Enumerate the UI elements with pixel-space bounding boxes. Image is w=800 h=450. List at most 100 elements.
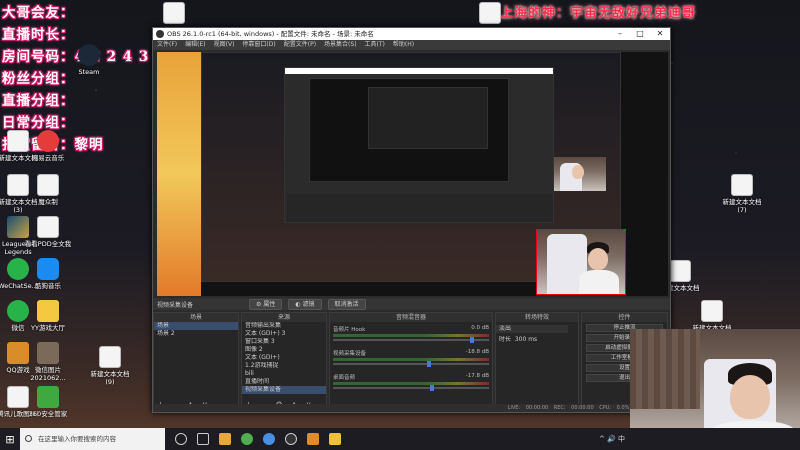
desktop-icon-label: 网易云音乐 <box>31 154 65 162</box>
system-tray[interactable]: ^ 🔊 中 <box>599 434 625 444</box>
desktop-icon[interactable]: 酷狗音乐 <box>24 258 72 290</box>
volume-slider[interactable] <box>333 361 489 367</box>
volume-meter <box>333 382 489 385</box>
desktop-icon-label: Steam <box>78 68 100 76</box>
source-item[interactable]: 音频输出采集 <box>242 322 326 330</box>
scenes-dock: 场景 场景 场景 2 + − ∧ ∨ <box>153 312 239 412</box>
volume-slider[interactable] <box>333 337 489 343</box>
obs-titlebar[interactable]: OBS 26.1.0-rc1 (64-bit, windows) - 配置文件:… <box>153 28 670 40</box>
properties-button[interactable]: ⚙ 属性 <box>249 298 283 310</box>
obs-taskbar-icon[interactable] <box>285 433 297 445</box>
document-icon <box>37 216 59 238</box>
desktop-icon[interactable]: 网易云音乐 <box>24 130 72 162</box>
kugou-icon <box>37 258 59 280</box>
desktop-icon[interactable]: 魔众制 <box>24 174 72 206</box>
status-bar: LIVE: 00:00:00 REC: 00:00:00 CPU: 0.0%, … <box>153 404 670 412</box>
menu-edit[interactable]: 编辑(E) <box>185 40 205 50</box>
volume-meter <box>333 334 489 337</box>
window-title: OBS 26.1.0-rc1 (64-bit, windows) - 配置文件:… <box>167 30 374 38</box>
channel-db: -18.8 dB <box>465 349 489 355</box>
volume-slider[interactable] <box>333 385 489 391</box>
photo-icon <box>37 342 59 364</box>
chrome-icon[interactable] <box>241 433 253 445</box>
source-context-bar: 视频采集设备 ⚙ 属性 ◐ 滤镜 取消激活 <box>153 298 670 310</box>
source-item[interactable]: 图像 2 <box>242 346 326 354</box>
menu-tools[interactable]: 工具(T) <box>365 40 385 50</box>
overlay-line: 直播分组： <box>2 93 75 109</box>
windows-start-icon[interactable]: ⊞ <box>0 433 20 446</box>
document-icon <box>701 300 723 322</box>
channel-name: 音频片 Hook <box>333 327 366 333</box>
steam-icon <box>78 44 100 66</box>
source-item[interactable]: 1.2游戏捕捉 <box>242 362 326 370</box>
document-icon <box>479 2 501 24</box>
desktop-icon-label: 新建文本文档 (9) <box>90 370 130 386</box>
menu-profile[interactable]: 配置文件(P) <box>284 40 316 50</box>
game-taskbar-icon[interactable] <box>307 433 319 445</box>
menu-docks[interactable]: 停靠窗口(D) <box>242 40 275 50</box>
obs-window[interactable]: OBS 26.1.0-rc1 (64-bit, windows) - 配置文件:… <box>152 27 671 413</box>
sources-dock: 来源 音频输出采集 文本 (GDI+) 3 窗口采集 3 图像 2 文本 (GD… <box>241 312 327 412</box>
desktop-icon[interactable] <box>466 2 514 26</box>
source-item[interactable]: bili <box>242 370 326 378</box>
nested-titlebar <box>285 68 553 74</box>
menu-file[interactable]: 文件(F) <box>157 40 177 50</box>
desktop-icon-steam[interactable]: Steam <box>65 44 113 76</box>
desktop-icon[interactable]: 新建文本文档 <box>688 300 736 332</box>
desktop-icon-label: YY游戏大厅 <box>31 324 65 332</box>
nested-obs-window <box>284 67 554 223</box>
desktop-icon[interactable]: 看看PDD全文我 <box>24 216 72 248</box>
source-item[interactable]: 文本 (GDI+) <box>242 354 326 362</box>
menu-help[interactable]: 帮助(H) <box>393 40 414 50</box>
preview-left-graphic <box>157 52 201 296</box>
obs-preview[interactable] <box>157 52 668 296</box>
dock-header: 转场特效 <box>496 313 578 322</box>
source-item[interactable]: 直播时间 <box>242 378 326 386</box>
desktop-icon-label: 酷狗音乐 <box>35 282 61 290</box>
desktop-icon[interactable] <box>150 2 198 26</box>
desktop-icon[interactable]: 微信图片 2021062... <box>24 342 72 382</box>
dock-header: 场景 <box>154 313 238 322</box>
window-controls: – □ ✕ <box>610 28 670 40</box>
channel-name: 视频采集设备 <box>333 351 367 357</box>
menu-view[interactable]: 视图(V) <box>214 40 235 50</box>
desktop-icon[interactable]: 360安全管家 <box>24 386 72 418</box>
obs-logo-icon <box>156 30 164 38</box>
mixer-channel: 桌面音频 -17.8 dB <box>333 373 489 391</box>
deactivate-button[interactable]: 取消激活 <box>327 298 366 310</box>
filters-button[interactable]: ◐ 滤镜 <box>288 298 322 310</box>
source-item[interactable]: 窗口采集 3 <box>242 338 326 346</box>
desktop-icon-label: 360安全管家 <box>28 410 68 418</box>
file-explorer-icon[interactable] <box>219 433 231 445</box>
document-icon <box>163 2 185 24</box>
overlay-line: 直播时长： <box>2 27 75 43</box>
desktop-icon[interactable]: YY游戏大厅 <box>24 300 72 332</box>
minimize-icon[interactable]: – <box>610 28 630 40</box>
transition-duration[interactable]: 时长 300 ms <box>496 336 578 344</box>
channel-name: 桌面音频 <box>333 375 356 381</box>
transition-select[interactable]: 淡出 <box>496 325 568 333</box>
browser-icon[interactable] <box>263 433 275 445</box>
source-item[interactable]: 文本 (GDI+) 3 <box>242 330 326 338</box>
scene-item[interactable]: 场景 2 <box>154 330 238 338</box>
menu-scene-collection[interactable]: 场景集合(S) <box>324 40 357 50</box>
selection-box[interactable] <box>536 229 626 295</box>
desktop-icon[interactable]: 新建文本文档 (9) <box>86 346 134 386</box>
cortana-icon[interactable] <box>175 433 187 445</box>
scene-item[interactable]: 场景 <box>154 322 238 330</box>
nested-preview-deep <box>368 87 488 149</box>
mixer-channel: 音频片 Hook 0.0 dB <box>333 325 489 343</box>
search-placeholder: 在这里输入你要搜索的内容 <box>38 435 116 443</box>
transitions-dock: 转场特效 淡出 时长 300 ms <box>495 312 579 412</box>
maximize-icon[interactable]: □ <box>630 28 650 40</box>
close-icon[interactable]: ✕ <box>650 28 670 40</box>
desktop-icon[interactable]: 新建文本文档 (7) <box>718 174 766 214</box>
netease-music-icon <box>37 130 59 152</box>
dock-header: 来源 <box>242 313 326 322</box>
task-view-icon[interactable] <box>197 433 209 445</box>
windows-taskbar: ⊞ 在这里输入你要搜索的内容 ^ 🔊 中 <box>0 428 800 450</box>
app-taskbar-icon[interactable] <box>329 433 341 445</box>
source-item[interactable]: 视频采集设备 <box>242 386 326 394</box>
taskbar-search[interactable]: 在这里输入你要搜索的内容 <box>20 428 165 450</box>
selected-source-name: 视频采集设备 <box>157 301 194 309</box>
